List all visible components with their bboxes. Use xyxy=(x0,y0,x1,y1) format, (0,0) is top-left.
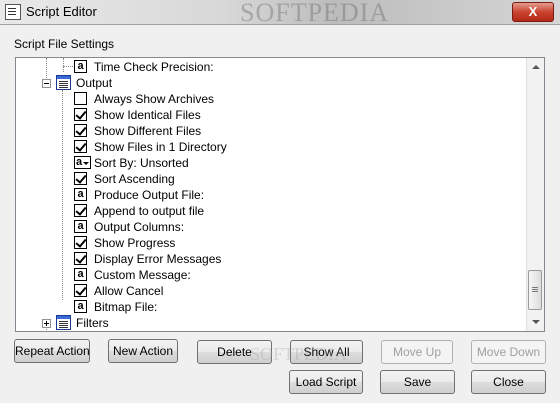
tree-item-display-error-messages[interactable]: Display Error Messages xyxy=(74,251,374,267)
load-script-button[interactable]: Load Script xyxy=(289,370,363,394)
checkbox-checked[interactable] xyxy=(74,236,87,249)
close-button[interactable]: Close xyxy=(471,370,546,394)
text-field-icon xyxy=(74,60,87,73)
collapse-output-toggle[interactable] xyxy=(42,79,51,88)
tree-item-output[interactable]: Output xyxy=(56,75,256,91)
tree-item-produce-output-file[interactable]: Produce Output File: xyxy=(74,187,374,203)
checkbox-checked[interactable] xyxy=(74,252,87,265)
move-down-button[interactable]: Move Down xyxy=(471,340,546,364)
tree-item-label: Show Identical Files xyxy=(94,108,201,122)
folder-icon xyxy=(56,75,71,90)
tree-line xyxy=(62,90,63,300)
save-button[interactable]: Save xyxy=(380,370,455,394)
repeat-action-button[interactable]: Repeat Action xyxy=(14,339,90,363)
text-field-icon xyxy=(74,188,87,201)
text-field-icon xyxy=(74,220,87,233)
tree-item-label: Show Progress xyxy=(94,236,176,250)
tree-line xyxy=(63,58,64,72)
checkbox-checked[interactable] xyxy=(74,124,87,137)
tree-item-show-different-files[interactable]: Show Different Files xyxy=(74,123,374,139)
scroll-thumb[interactable] xyxy=(528,270,542,310)
show-all-button[interactable]: Show All xyxy=(290,340,363,364)
tree-item-label: Display Error Messages xyxy=(94,252,222,266)
tree-item-label: Sort By: Unsorted xyxy=(94,156,189,170)
tree-item-label: Output xyxy=(76,76,113,90)
scroll-up-arrow-icon[interactable] xyxy=(527,58,544,75)
dropdown-icon[interactable] xyxy=(74,156,91,169)
script-editor-app-icon xyxy=(5,4,21,20)
tree-item-label: Allow Cancel xyxy=(94,284,164,298)
scroll-down-arrow-icon[interactable] xyxy=(527,314,544,331)
tree-item-label: Produce Output File: xyxy=(94,188,205,202)
title-bar[interactable]: Script Editor SOFTPEDIA X xyxy=(0,0,560,27)
tree-item-output-columns[interactable]: Output Columns: xyxy=(74,219,374,235)
folder-icon xyxy=(56,315,71,330)
tree-item-time-check-precision[interactable]: Time Check Precision: xyxy=(74,59,374,75)
tree-item-label: Custom Message: xyxy=(94,268,191,282)
tree-item-label: Show Files in 1 Directory xyxy=(94,140,227,154)
tree-item-show-files-in-1-directory[interactable]: Show Files in 1 Directory xyxy=(74,139,374,155)
tree-item-label: Show Different Files xyxy=(94,124,202,138)
tree-item-always-show-archives[interactable]: Always Show Archives xyxy=(74,91,374,107)
expand-filters-toggle[interactable] xyxy=(42,319,51,328)
tree-item-label: Append to output file xyxy=(94,204,205,218)
tree-item-label: Always Show Archives xyxy=(94,92,215,106)
move-up-button[interactable]: Move Up xyxy=(381,340,453,364)
checkbox-checked[interactable] xyxy=(74,108,87,121)
tree-item-label: Bitmap File: xyxy=(94,300,158,314)
tree-item-label: Time Check Precision: xyxy=(94,60,214,74)
text-field-icon xyxy=(74,268,87,281)
tree-item-show-progress[interactable]: Show Progress xyxy=(74,235,374,251)
delete-button[interactable]: Delete xyxy=(197,340,272,364)
tree-item-custom-message[interactable]: Custom Message: xyxy=(74,267,374,283)
tree-item-show-identical-files[interactable]: Show Identical Files xyxy=(74,107,374,123)
group-label: Script File Settings xyxy=(14,37,115,51)
checkbox-unchecked[interactable] xyxy=(74,92,87,105)
tree-item-append-to-output-file[interactable]: Append to output file xyxy=(74,203,374,219)
tree-line xyxy=(63,66,73,67)
tree-item-bitmap-file[interactable]: Bitmap File: xyxy=(74,299,374,315)
watermark: SOFTPEDIA xyxy=(240,0,390,27)
tree-item-label: Filters xyxy=(76,316,109,330)
tree-item-label: Output Columns: xyxy=(94,220,185,234)
window-title: Script Editor xyxy=(26,4,97,19)
checkbox-checked[interactable] xyxy=(74,172,87,185)
tree-item-allow-cancel[interactable]: Allow Cancel xyxy=(74,283,374,299)
settings-tree[interactable]: Time Check Precision: Output Always Show… xyxy=(15,57,545,332)
tree-item-sort-by[interactable]: Sort By: Unsorted xyxy=(74,155,374,171)
checkbox-checked[interactable] xyxy=(74,284,87,297)
vertical-scrollbar[interactable] xyxy=(526,58,544,331)
tree-item-label: Sort Ascending xyxy=(94,172,175,186)
tree-item-filters[interactable]: Filters xyxy=(56,315,256,331)
new-action-button[interactable]: New Action xyxy=(108,339,178,363)
tree-item-sort-ascending[interactable]: Sort Ascending xyxy=(74,171,374,187)
checkbox-checked[interactable] xyxy=(74,140,87,153)
checkbox-checked[interactable] xyxy=(74,204,87,217)
text-field-icon xyxy=(74,300,87,313)
window-close-button[interactable]: X xyxy=(512,2,554,22)
